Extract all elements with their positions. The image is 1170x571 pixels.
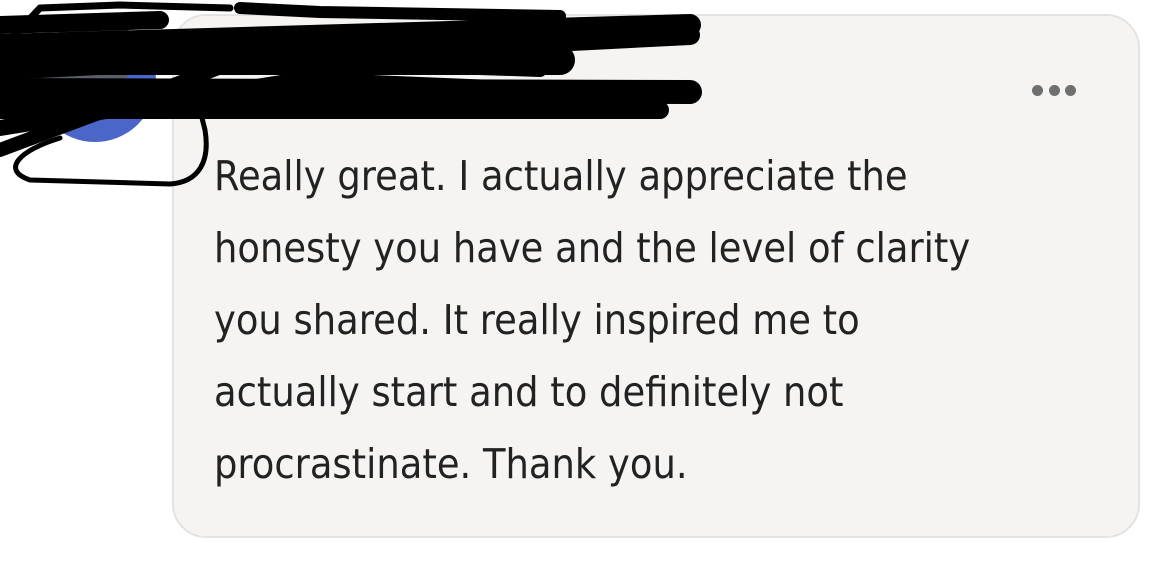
comment-card: 2d Really great. I actually appreciate t… [172, 14, 1140, 538]
comment-timestamp: 2d [232, 74, 268, 107]
more-dot [1065, 84, 1076, 96]
avatar-photo [34, 20, 134, 100]
more-dot [1048, 84, 1060, 96]
more-horizontal-icon [1032, 84, 1043, 96]
more-options-button[interactable] [1032, 82, 1076, 98]
comment-avatar[interactable] [34, 20, 156, 142]
comment-text: Really great. I actually appreciate the … [214, 152, 971, 488]
